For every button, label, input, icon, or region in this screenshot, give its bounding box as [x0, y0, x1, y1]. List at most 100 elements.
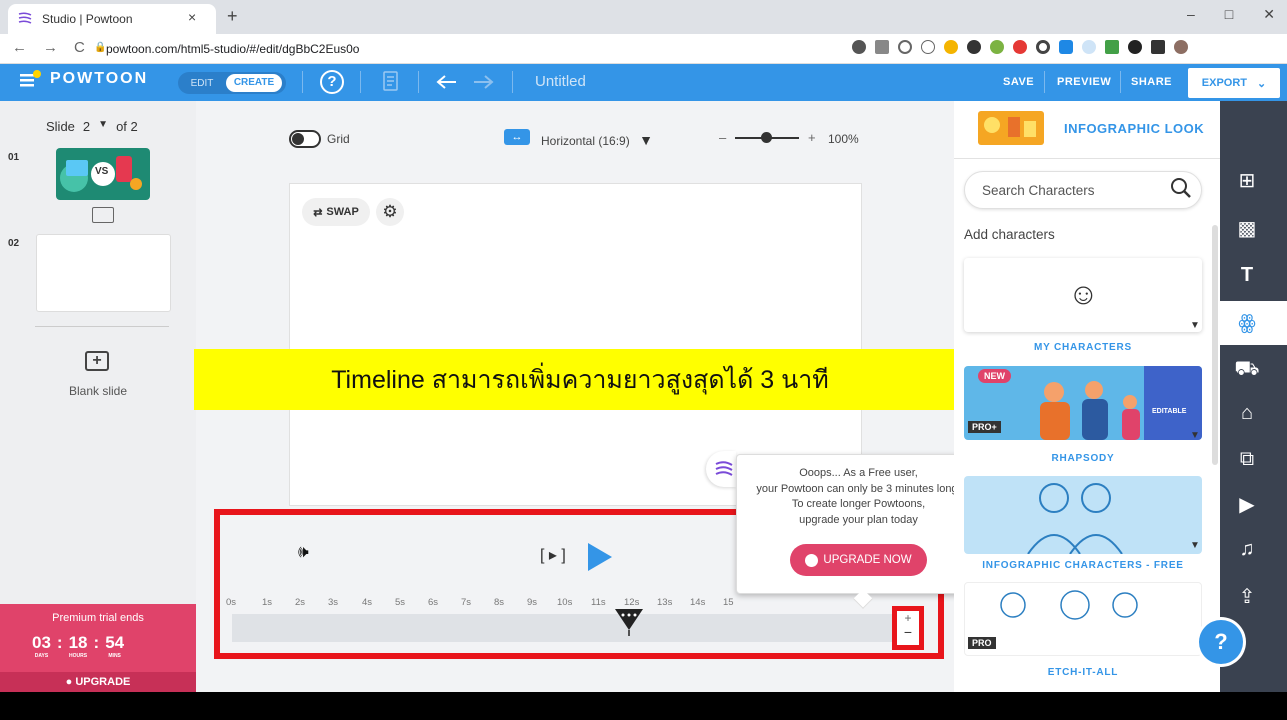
save-button[interactable]: SAVE	[1003, 76, 1034, 88]
help-button[interactable]: ?	[1199, 620, 1243, 664]
swap-button[interactable]: ⇄ SWAP	[302, 198, 370, 226]
gear-icon[interactable]: ⚙	[376, 198, 404, 226]
reload-button[interactable]: C	[74, 39, 85, 56]
shapes-icon[interactable]: ⌂	[1230, 396, 1264, 430]
red-ext-icon[interactable]	[1013, 40, 1027, 54]
look-label[interactable]: INFOGRAPHIC LOOK	[1064, 121, 1204, 136]
camera-ext-icon[interactable]	[852, 40, 866, 54]
share-button[interactable]: SHARE	[1131, 76, 1172, 88]
new-badge: NEW	[978, 369, 1011, 383]
caret-down-icon[interactable]: ▼	[1190, 320, 1200, 331]
preview-button[interactable]: PREVIEW	[1057, 76, 1111, 88]
brand-float-button[interactable]	[706, 451, 736, 487]
slide-selector[interactable]: Slide 2 ▼ of 2	[46, 119, 138, 134]
export-button[interactable]: EXPORT ⌄	[1188, 68, 1280, 98]
blank-slide-label[interactable]: Blank slide	[69, 384, 127, 398]
caret-down-icon[interactable]: ▼	[1190, 540, 1200, 551]
caret-down-icon: ▼	[639, 132, 653, 148]
help-icon[interactable]: ?	[320, 70, 344, 94]
maximize-button[interactable]: □	[1225, 6, 1233, 23]
zoom-in-button[interactable]: +	[808, 130, 816, 145]
card-label: ETCH-IT-ALL	[1047, 667, 1119, 678]
media-icon[interactable]: ⧉	[1230, 442, 1264, 476]
slide-current[interactable]: 2	[83, 119, 90, 134]
forward-button[interactable]: →	[43, 39, 58, 56]
n-ext-icon[interactable]	[1105, 40, 1119, 54]
pattern-icon[interactable]: ▩	[1230, 212, 1264, 246]
mins-label: MINS	[108, 653, 121, 659]
swap-icon: ⇄	[313, 206, 323, 219]
cloud-ext-icon[interactable]	[1082, 40, 1096, 54]
back-button[interactable]: ←	[12, 39, 27, 56]
popup-message: Ooops... As a Free user, your Powtoon ca…	[736, 466, 981, 528]
orientation-icon[interactable]: ↔	[504, 129, 530, 145]
puzzle-ext-icon[interactable]	[1151, 40, 1165, 54]
new-tab-button[interactable]: +	[227, 6, 238, 27]
upgrade-now-label: UPGRADE NOW	[823, 554, 912, 566]
caret-down-icon[interactable]: ▼	[1190, 430, 1200, 441]
upload-icon[interactable]: ⇪	[1230, 580, 1264, 614]
play-frame-button[interactable]: [ ▸ ]	[540, 545, 566, 565]
powtoon-logo[interactable]: POWTOON	[20, 70, 148, 88]
browser-tab[interactable]: Studio | Powtoon	[8, 4, 216, 34]
zoom-ext-icon[interactable]	[898, 40, 912, 54]
minimize-button[interactable]: –	[1187, 6, 1195, 23]
chevron-down-icon: ⌄	[1257, 77, 1267, 90]
mode-toggle[interactable]: EDIT CREATE	[178, 72, 286, 94]
blue-ext-icon[interactable]	[1059, 40, 1073, 54]
panel-scrollbar[interactable]	[1212, 225, 1218, 465]
zoom-slider-handle[interactable]	[761, 132, 772, 143]
playhead-handle[interactable]	[614, 608, 644, 636]
timeline-track[interactable]	[232, 614, 897, 642]
caret-down-icon[interactable]: ▼	[98, 119, 108, 134]
thumb-ext-icon[interactable]	[944, 40, 958, 54]
s-ext-icon[interactable]	[967, 40, 981, 54]
upgrade-button[interactable]: ● UPGRADE	[0, 672, 196, 692]
translate-ext-icon[interactable]	[875, 40, 889, 54]
slide-thumbnail-1[interactable]: VS	[56, 148, 150, 200]
video-icon[interactable]: ▶	[1230, 488, 1264, 522]
close-window-button[interactable]: ✕	[1263, 6, 1275, 23]
divider	[954, 158, 1220, 159]
slide-number: 02	[8, 238, 20, 249]
zoom-out-button[interactable]: –	[719, 130, 726, 145]
layout-icon[interactable]: ⊞	[1230, 164, 1264, 198]
orientation-select[interactable]: Horizontal (16:9) ▼	[541, 132, 653, 148]
crown-icon: ●	[65, 676, 76, 688]
circle-ext-icon[interactable]	[1036, 40, 1050, 54]
project-title[interactable]: Untitled	[535, 73, 586, 90]
tick-label: 6s	[428, 597, 439, 608]
undo-icon[interactable]	[436, 74, 458, 90]
play-icon[interactable]	[586, 542, 614, 572]
tab-close-icon[interactable]: ×	[188, 9, 196, 25]
infographic-characters-card[interactable]	[964, 476, 1202, 554]
redo-icon[interactable]	[472, 74, 494, 90]
slide-thumbnail-2[interactable]	[36, 234, 171, 312]
look-thumbnail[interactable]	[978, 111, 1044, 145]
music-icon[interactable]: ♫	[1230, 532, 1264, 566]
text-icon[interactable]: T	[1230, 258, 1264, 292]
add-blank-slide-icon[interactable]: +	[85, 351, 109, 371]
etch-it-all-card[interactable]	[964, 582, 1202, 656]
volume-icon[interactable]: 🕪	[298, 542, 309, 562]
search-icon[interactable]	[1170, 177, 1192, 199]
timeline-zoom-in[interactable]: +	[897, 611, 919, 625]
tick-label: 12s	[624, 597, 640, 608]
popup-line: upgrade your plan today	[799, 513, 918, 526]
timeline-zoom-controls[interactable]: + −	[892, 606, 924, 650]
r-ext-icon[interactable]	[1128, 40, 1142, 54]
star-ext-icon[interactable]	[921, 40, 935, 54]
characters-icon[interactable]: ꙮ	[1230, 306, 1264, 340]
profile-avatar[interactable]	[1174, 40, 1188, 54]
timeline-zoom-out[interactable]: −	[897, 625, 919, 639]
mode-edit[interactable]: EDIT	[178, 78, 226, 89]
props-icon[interactable]: ⛟	[1230, 352, 1264, 386]
instruction-banner: Timeline สามารถเพิ่มความยาวสูงสุดได้ 3 น…	[194, 349, 966, 410]
present-icon[interactable]	[92, 207, 114, 223]
notes-icon[interactable]	[383, 71, 401, 93]
green-ext-icon[interactable]	[990, 40, 1004, 54]
url-field[interactable]: powtoon.com/html5-studio/#/edit/dgBbC2Eu…	[106, 42, 359, 56]
upgrade-now-button[interactable]: UPGRADE NOW	[790, 544, 927, 576]
browser-nav: ← → C	[12, 39, 85, 56]
mode-create[interactable]: CREATE	[226, 74, 282, 92]
